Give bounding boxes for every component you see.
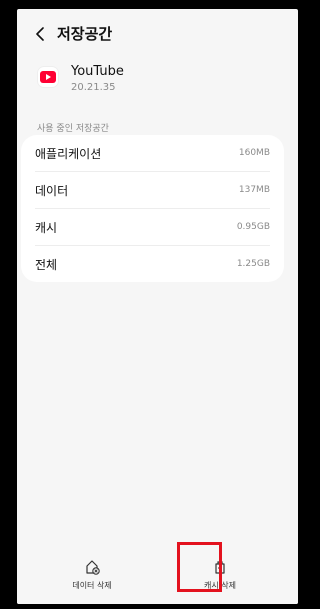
highlight-box (177, 542, 222, 592)
clear-data-label: 데이터 삭제 (72, 581, 112, 590)
app-name: YouTube (71, 64, 124, 79)
clear-data-button[interactable]: 데이터 삭제 (47, 550, 137, 602)
row-label: 전체 (35, 257, 58, 272)
storage-row-cache: 캐시 0.95GB (35, 209, 270, 246)
storage-row-application: 애플리케이션 160MB (35, 135, 270, 172)
row-value: 0.95GB (236, 222, 270, 232)
row-value: 160MB (238, 148, 270, 158)
section-label: 사용 중인 저장공간 (37, 124, 109, 134)
row-label: 데이터 (35, 183, 69, 198)
app-version: 20.21.35 (71, 82, 116, 93)
row-label: 캐시 (35, 220, 58, 235)
back-button[interactable] (29, 23, 51, 45)
row-label: 애플리케이션 (35, 146, 102, 161)
header: 저장공간 (17, 9, 298, 57)
storage-screen: 저장공간 YouTube 20.21.35 사용 중인 저장공간 애플리케이션 … (17, 9, 298, 604)
storage-row-data: 데이터 137MB (35, 172, 270, 209)
row-value: 1.25GB (236, 259, 270, 269)
back-arrow-icon (36, 27, 44, 41)
row-value: 137MB (238, 185, 270, 195)
storage-card: 애플리케이션 160MB 데이터 137MB 캐시 0.95GB 전체 1.25… (21, 135, 284, 282)
clear-data-icon (86, 560, 100, 575)
bottom-action-bar: 데이터 삭제 캐시 삭제 (17, 544, 298, 604)
page-title: 저장공간 (57, 25, 113, 43)
youtube-icon (37, 66, 59, 88)
app-info: YouTube 20.21.35 (37, 64, 282, 98)
storage-row-total: 전체 1.25GB (35, 246, 270, 282)
